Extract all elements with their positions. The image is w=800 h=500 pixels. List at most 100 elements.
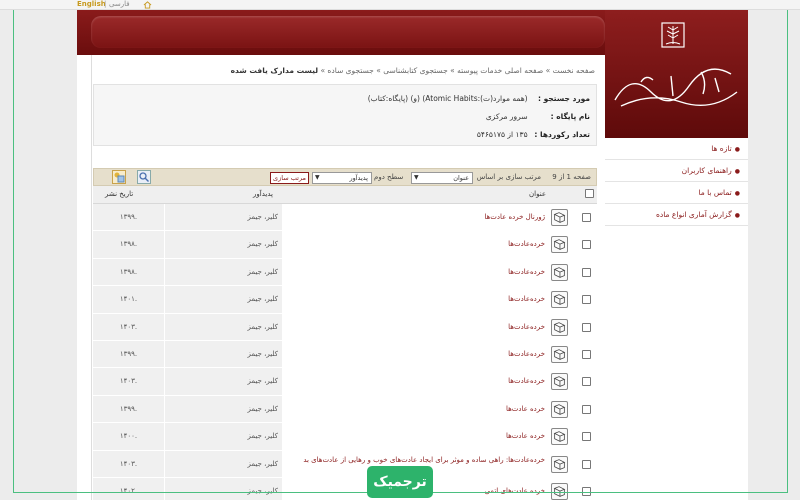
book-icon[interactable]: [551, 345, 568, 363]
row-date: ۱۴۰۳.: [93, 368, 164, 395]
row-checkbox[interactable]: [582, 377, 591, 387]
chevron-down-icon: ▼: [315, 174, 320, 181]
row-checkbox[interactable]: [582, 349, 591, 359]
record-count-label: تعداد رکوردها :: [534, 130, 590, 139]
book-tree-icon: [661, 22, 685, 48]
sidebar-item-news[interactable]: ●تازه ها: [605, 138, 748, 160]
breadcrumb-bibliographic[interactable]: جستجوی کتابشناسی: [383, 66, 448, 75]
save-export-icon[interactable]: [112, 170, 126, 184]
lang-farsi-link[interactable]: فارسی: [109, 0, 130, 10]
decor-line: [13, 10, 14, 493]
database-value: سرور مرکزی: [485, 112, 528, 121]
row-publisher: کلیر، جیمز: [165, 204, 282, 231]
watermark-logo: ترجمیک: [367, 466, 433, 498]
row-title-link[interactable]: خرده‌عادت‌ها: [283, 314, 547, 340]
sidebar-item-label: راهنمای کاربران: [681, 166, 732, 175]
table-row: ۱۴۰۱. کلیر، جیمز خرده‌عادت‌ها: [93, 286, 597, 314]
row-publisher: کلیر، جیمز: [165, 286, 282, 313]
logo-calligraphy: [614, 68, 738, 107]
sort-button[interactable]: مرتب سازی: [270, 172, 309, 184]
record-count-row: تعداد رکوردها : ۱۳۵ از ۵۴۶۵۱۷۵: [477, 127, 590, 143]
sidebar-item-stats[interactable]: ●گزارش آماری انواع ماده: [605, 204, 748, 226]
row-publisher: کلیر، جیمز: [165, 395, 282, 423]
book-icon[interactable]: [551, 291, 568, 309]
row-title-link[interactable]: خرده‌عادت‌ها: [283, 259, 547, 285]
bullet-icon: ●: [734, 168, 740, 175]
decor-line: [787, 10, 788, 493]
row-checkbox[interactable]: [582, 432, 591, 442]
results-column-header: تاریخ نشر پدیدآور عنوان: [93, 186, 597, 204]
sidebar-item-help[interactable]: ●راهنمای کاربران: [605, 160, 748, 182]
table-row: ۱۳۹۸. کلیر، جیمز خرده‌عادت‌ها: [93, 258, 597, 287]
bullet-icon: ●: [734, 190, 740, 197]
row-date: ۱۳۹۹.: [93, 395, 164, 423]
query-value: (همه موارد(ت):Atomic Habits) (و) (پایگاه…: [367, 94, 528, 103]
sort-field2-value: پدیدآور: [349, 174, 368, 182]
row-date: ۱۴۰۲.: [93, 477, 164, 500]
table-row: ۱۴۰۰. کلیر، جیمز خرده عادت‌ها: [93, 423, 597, 451]
row-checkbox[interactable]: [582, 404, 591, 414]
row-publisher: کلیر، جیمز: [165, 423, 282, 450]
breadcrumb-simple-search[interactable]: جستجوی ساده: [327, 66, 373, 75]
lang-english-link[interactable]: English: [77, 0, 106, 10]
row-date: ۱۴۰۳.: [93, 450, 164, 477]
home-icon[interactable]: [143, 1, 152, 9]
table-row: ۱۴۰۳. کلیر، جیمز خرده‌عادت‌ها: راهی ساده و…: [93, 450, 597, 478]
row-title-link[interactable]: خرده‌عادت‌ها: [283, 286, 547, 312]
row-checkbox[interactable]: [582, 267, 591, 277]
row-checkbox[interactable]: [582, 213, 591, 222]
col-publisher-header: پدیدآور: [253, 190, 273, 198]
book-icon[interactable]: [551, 400, 568, 418]
breadcrumb-home[interactable]: صفحه نخست: [553, 66, 595, 75]
row-publisher: کلیر، جیمز: [165, 313, 282, 340]
col-date-header: تاریخ نشر: [105, 190, 134, 198]
book-icon[interactable]: [551, 209, 568, 226]
row-title-link[interactable]: خرده‌عادت‌ها: [283, 231, 547, 257]
book-icon[interactable]: [551, 373, 568, 391]
breadcrumb-services[interactable]: صفحه اصلی خدمات پیوسته: [457, 66, 543, 75]
record-count-value: ۱۳۵ از ۵۴۶۵۱۷۵: [476, 130, 528, 139]
row-publisher: کلیر، جیمز: [165, 340, 282, 368]
sidebar-item-contact[interactable]: ●تماس با ما: [605, 182, 748, 204]
row-title-link[interactable]: ژورنال خرده عادت‌ها: [283, 204, 547, 230]
bullet-icon: ●: [734, 212, 740, 219]
row-title-link[interactable]: خرده‌عادت‌ها: [283, 341, 547, 367]
search-icon[interactable]: [137, 170, 151, 184]
sort-field-select[interactable]: عنوان ▼: [411, 172, 473, 184]
table-row: ۱۴۰۲. کلیر، جیمز خرده عادت‌های اتمی: [93, 477, 597, 500]
row-checkbox[interactable]: [582, 322, 591, 332]
book-icon[interactable]: [551, 455, 568, 473]
book-icon[interactable]: [551, 236, 568, 254]
book-icon[interactable]: [551, 263, 568, 281]
header-pill: [91, 16, 605, 48]
row-date: ۱۴۰۳.: [93, 313, 164, 340]
row-date: ۱۴۰۱.: [93, 286, 164, 313]
table-row: ۱۳۹۹. کلیر، جیمز ژورنال خرده عادت‌ها: [93, 204, 597, 232]
row-title-link[interactable]: خرده عادت‌ها: [283, 423, 547, 449]
row-date: ۱۳۹۸.: [93, 231, 164, 258]
results-toolbar: صفحه 1 از 9 مرتب سازی بر اساس عنوان ▼ سط…: [93, 168, 597, 186]
book-icon[interactable]: [551, 428, 568, 446]
sidebar-item-label: تماس با ما: [698, 188, 732, 197]
row-checkbox[interactable]: [582, 295, 591, 305]
row-checkbox[interactable]: [582, 459, 591, 469]
sidebar-nav: ●تازه ها ●راهنمای کاربران ●تماس با ما ●گ…: [605, 138, 748, 226]
breadcrumb-sep: »: [376, 66, 381, 75]
row-date: ۱۳۹۸.: [93, 258, 164, 286]
book-icon[interactable]: [551, 318, 568, 336]
breadcrumb-sep: »: [450, 66, 455, 75]
page-frame: ●تازه ها ●راهنمای کاربران ●تماس با ما ●گ…: [77, 10, 748, 500]
row-title-link[interactable]: خرده عادت‌ها: [283, 396, 547, 422]
row-publisher: کلیر، جیمز: [165, 368, 282, 395]
row-date: ۱۴۰۰.: [93, 423, 164, 450]
table-row: ۱۳۹۹. کلیر، جیمز خرده عادت‌ها: [93, 395, 597, 424]
row-publisher: کلیر، جیمز: [165, 477, 282, 500]
row-date: ۱۳۹۹.: [93, 340, 164, 368]
row-date: ۱۳۹۹.: [93, 204, 164, 231]
select-all-checkbox[interactable]: [585, 189, 594, 198]
sort-by-label: مرتب سازی بر اساس: [476, 173, 541, 181]
sort-field2-select[interactable]: پدیدآور ▼: [312, 172, 372, 184]
row-checkbox[interactable]: [582, 240, 591, 250]
row-title-link[interactable]: خرده‌عادت‌ها: [283, 368, 547, 394]
library-logo[interactable]: [605, 10, 748, 138]
